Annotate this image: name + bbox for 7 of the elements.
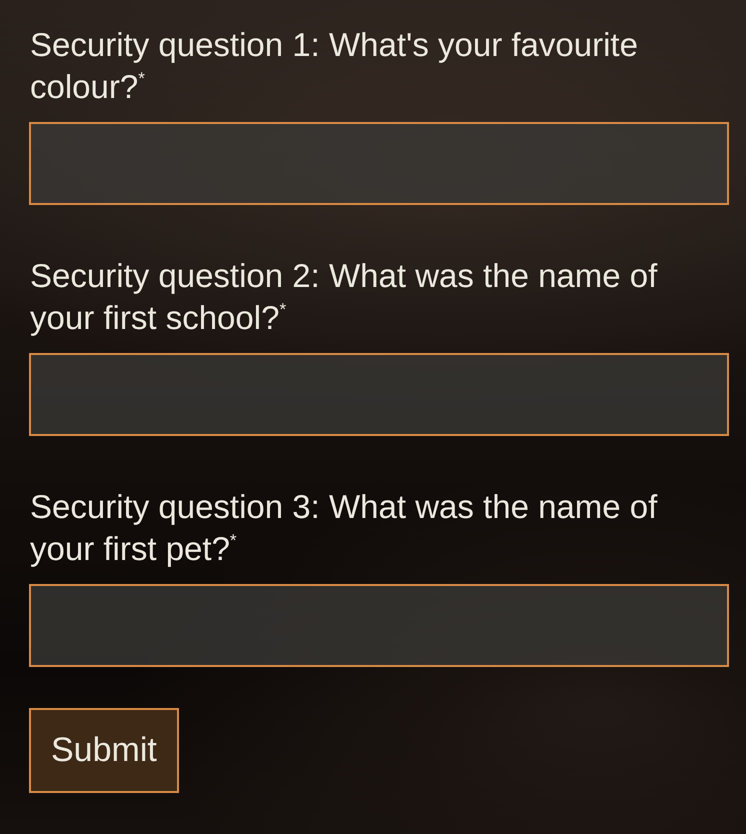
- answer-field[interactable]: [29, 584, 729, 667]
- answer-field[interactable]: [29, 353, 729, 436]
- answer-field[interactable]: [29, 122, 729, 205]
- question-label: Security question 3: What was the name of your first pet?$^{*}$: [29, 487, 658, 569]
- question-label: Security question 2: What was the name of your first school?$^{*}$: [29, 256, 658, 338]
- submit-button[interactable]: Submit: [29, 708, 179, 793]
- question-label: Security question 1: What's your favourite colour?$^{*}$: [29, 25, 639, 107]
